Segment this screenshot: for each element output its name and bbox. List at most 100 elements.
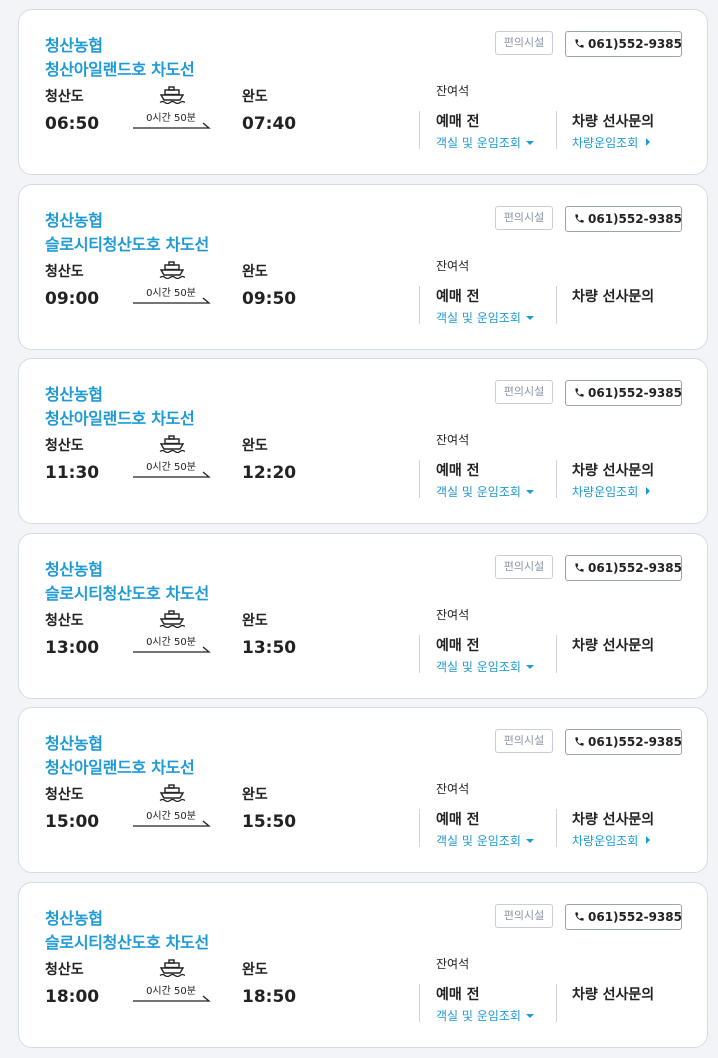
divider bbox=[419, 111, 420, 149]
ship-icon bbox=[159, 784, 185, 803]
phone-number: 061)552-9385 bbox=[588, 910, 682, 924]
facilities-button[interactable]: 편의시설 bbox=[495, 380, 553, 405]
phone-button[interactable]: 061)552-9385 bbox=[565, 205, 682, 232]
arrival-time: 09:50 bbox=[242, 288, 297, 309]
ship-name: 청산아일랜드호 차도선 bbox=[45, 409, 195, 429]
divider bbox=[419, 809, 420, 848]
phone-number: 061)552-9385 bbox=[588, 37, 682, 51]
divider bbox=[556, 809, 557, 848]
vehicle-fare-link-label: 차량운임조회 bbox=[572, 834, 639, 849]
vehicle-fare-link[interactable]: 차량운임조회 bbox=[572, 483, 651, 500]
remaining-seats-label: 잔여석 bbox=[436, 607, 470, 622]
vehicle-inquiry-label: 차량 선사문의 bbox=[572, 987, 655, 1003]
vehicle-fare-link[interactable]: 차량운임조회 bbox=[572, 134, 651, 151]
remaining-seats-label: 잔여석 bbox=[436, 433, 470, 448]
company-name: 청산농협 bbox=[45, 909, 103, 928]
cabin-fare-link-label: 객실 및 운임조회 bbox=[436, 485, 521, 500]
divider bbox=[419, 285, 420, 324]
cabin-fare-link[interactable]: 객실 및 운임조회 bbox=[436, 134, 534, 151]
arrival-time: 13:50 bbox=[242, 637, 297, 658]
phone-icon bbox=[575, 737, 584, 747]
divider bbox=[419, 634, 420, 673]
departure-time: 15:00 bbox=[45, 812, 100, 833]
facilities-button[interactable]: 편의시설 bbox=[495, 205, 553, 230]
facilities-button[interactable]: 편의시설 bbox=[495, 904, 553, 928]
presale-status: 예매 전 bbox=[436, 288, 480, 305]
remaining-seats-label: 잔여석 bbox=[436, 258, 470, 273]
phone-button[interactable]: 061)552-9385 bbox=[565, 31, 682, 57]
cabin-fare-link-label: 객실 및 운임조회 bbox=[436, 310, 521, 325]
arrow-right-icon bbox=[133, 820, 211, 828]
cabin-fare-link[interactable]: 객실 및 운임조회 bbox=[436, 483, 534, 500]
caret-right-icon bbox=[646, 138, 651, 146]
arrival-port: 완도 bbox=[242, 263, 268, 280]
caret-down-icon bbox=[525, 490, 534, 495]
presale-status: 예매 전 bbox=[436, 463, 480, 480]
route-card: 청산농협 청산아일랜드호 차도선 편의시설 061)552-9385 청산도 1… bbox=[18, 707, 708, 874]
caret-down-icon bbox=[525, 1014, 534, 1018]
arrival-port: 완도 bbox=[242, 89, 268, 105]
remaining-seats-label: 잔여석 bbox=[436, 957, 470, 971]
phone-icon bbox=[575, 388, 584, 397]
phone-button[interactable]: 061)552-9385 bbox=[565, 380, 682, 407]
vehicle-inquiry-label: 차량 선사문의 bbox=[572, 463, 655, 480]
phone-icon bbox=[575, 912, 584, 921]
caret-right-icon bbox=[646, 487, 651, 496]
divider bbox=[419, 984, 420, 1022]
phone-number: 061)552-9385 bbox=[588, 560, 682, 575]
ship-name: 청산아일랜드호 차도선 bbox=[45, 60, 195, 79]
caret-down-icon bbox=[525, 141, 534, 145]
divider bbox=[419, 460, 420, 499]
phone-number: 061)552-9385 bbox=[588, 211, 682, 226]
divider bbox=[556, 111, 557, 149]
phone-icon bbox=[575, 563, 584, 572]
phone-button[interactable]: 061)552-9385 bbox=[565, 904, 682, 930]
arrival-time: 07:40 bbox=[242, 114, 297, 134]
remaining-seats-label: 잔여석 bbox=[436, 782, 470, 797]
departure-port: 청산도 bbox=[45, 263, 84, 280]
departure-time: 06:50 bbox=[45, 114, 100, 134]
divider bbox=[556, 285, 557, 324]
cabin-fare-link[interactable]: 객실 및 운임조회 bbox=[436, 832, 534, 849]
cabin-fare-link[interactable]: 객실 및 운임조회 bbox=[436, 1007, 534, 1024]
arrival-time: 15:50 bbox=[242, 812, 297, 833]
departure-port: 청산도 bbox=[45, 962, 84, 978]
cabin-fare-link[interactable]: 객실 및 운임조회 bbox=[436, 309, 534, 326]
cabin-fare-link-label: 객실 및 운임조회 bbox=[436, 136, 521, 150]
vehicle-fare-link-label: 차량운임조회 bbox=[572, 136, 639, 150]
route-card: 청산농협 청산아일랜드호 차도선 편의시설 061)552-9385 청산도 1… bbox=[18, 358, 708, 525]
vehicle-fare-link-label: 차량운임조회 bbox=[572, 485, 639, 500]
ship-icon bbox=[159, 959, 185, 977]
ship-name: 청산아일랜드호 차도선 bbox=[45, 758, 195, 778]
phone-number: 061)552-9385 bbox=[588, 386, 682, 401]
phone-icon bbox=[575, 39, 584, 48]
phone-button[interactable]: 061)552-9385 bbox=[565, 554, 682, 581]
remaining-seats-label: 잔여석 bbox=[436, 84, 470, 98]
company-name: 청산농협 bbox=[45, 36, 103, 55]
vehicle-inquiry-label: 차량 선사문의 bbox=[572, 288, 655, 305]
phone-icon bbox=[575, 213, 584, 223]
cabin-fare-link[interactable]: 객실 및 운임조회 bbox=[436, 658, 534, 675]
departure-port: 청산도 bbox=[45, 438, 84, 455]
arrival-port: 완도 bbox=[242, 438, 268, 455]
divider bbox=[556, 634, 557, 673]
facilities-button[interactable]: 편의시설 bbox=[495, 31, 553, 55]
arrow-right-icon bbox=[133, 995, 211, 1002]
ship-name: 슬로시티청산도호 차도선 bbox=[45, 234, 209, 254]
phone-button[interactable]: 061)552-9385 bbox=[565, 729, 682, 756]
facilities-button[interactable]: 편의시설 bbox=[495, 729, 553, 754]
company-name: 청산농협 bbox=[45, 385, 103, 405]
arrow-right-icon bbox=[133, 471, 211, 478]
vehicle-fare-link[interactable]: 차량운임조회 bbox=[572, 832, 651, 849]
arrow-right-icon bbox=[133, 646, 211, 653]
company-name: 청산농협 bbox=[45, 559, 103, 579]
departure-time: 13:00 bbox=[45, 637, 100, 658]
vehicle-inquiry-label: 차량 선사문의 bbox=[572, 812, 655, 829]
divider bbox=[556, 460, 557, 499]
facilities-button[interactable]: 편의시설 bbox=[495, 554, 553, 579]
route-card: 청산농협 슬로시티청산도호 차도선 편의시설 061)552-9385 청산도 … bbox=[18, 882, 708, 1048]
arrival-port: 완도 bbox=[242, 962, 268, 978]
caret-down-icon bbox=[525, 315, 534, 320]
ship-icon bbox=[159, 260, 185, 279]
arrival-port: 완도 bbox=[242, 787, 268, 804]
